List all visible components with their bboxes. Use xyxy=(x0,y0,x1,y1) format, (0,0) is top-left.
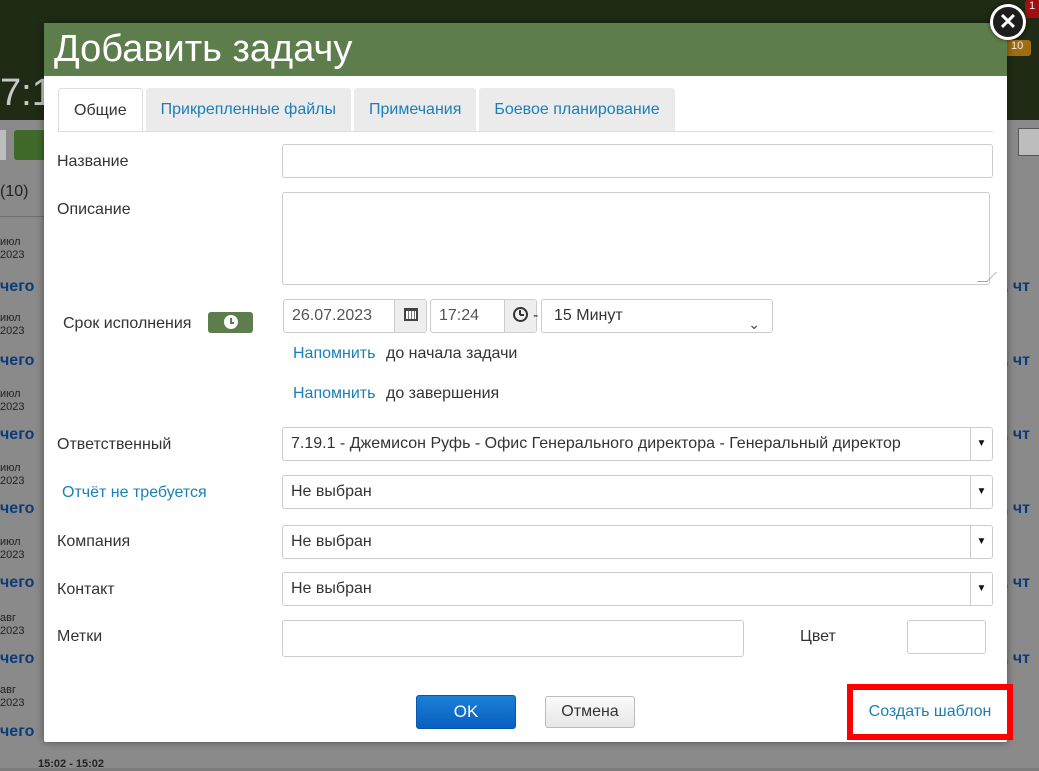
company-value: Не выбран xyxy=(291,533,372,550)
time-picker-button[interactable] xyxy=(504,300,536,332)
deadline-label: Срок исполнения xyxy=(63,315,192,332)
responsible-select[interactable]: 7.19.1 - Джемисон Руфь - Офис Генерально… xyxy=(282,427,993,461)
tab-notes[interactable]: Примечания xyxy=(354,88,477,132)
background-divider xyxy=(0,216,44,217)
background-row-right-link: , чт xyxy=(1004,500,1031,517)
dropdown-arrow-icon[interactable]: ▼ xyxy=(970,476,992,508)
description-textarea[interactable] xyxy=(282,192,997,285)
company-select[interactable]: Не выбран ▼ xyxy=(282,525,993,559)
background-row-link: чего xyxy=(0,352,35,369)
time-icon xyxy=(513,307,528,323)
remind-before-end-text: до завершения xyxy=(386,385,500,402)
responsible-value: 7.19.1 - Джемисон Руфь - Офис Генерально… xyxy=(291,435,901,452)
background-row-link: чего xyxy=(0,500,35,517)
background-row-date: июл 2023 xyxy=(0,236,25,261)
notification-badge-secondary: 10 xyxy=(1005,40,1031,56)
background-row-right-link: , чт xyxy=(1004,574,1031,591)
background-row-right-link: , чт xyxy=(1004,426,1031,443)
time-separator: - xyxy=(533,307,539,324)
close-icon: ✕ xyxy=(998,9,1018,34)
tab-attached-files[interactable]: Прикрепленные файлы xyxy=(145,88,351,132)
name-label: Название xyxy=(57,153,129,170)
remind-before-start-link[interactable]: Напомнить xyxy=(293,345,375,363)
dropdown-arrow-icon[interactable]: ▼ xyxy=(970,526,992,558)
background-row-date: июл 2023 xyxy=(0,462,25,487)
date-input[interactable]: 26.07.2023 xyxy=(283,299,427,333)
dropdown-arrow-icon[interactable]: ▼ xyxy=(970,428,992,460)
clock-icon xyxy=(223,315,238,330)
time-value: 17:24 xyxy=(439,307,480,324)
background-right-button xyxy=(1018,128,1039,156)
deadline-clock-button[interactable] xyxy=(208,312,253,333)
calendar-icon xyxy=(403,308,418,322)
background-row-link: чего xyxy=(0,278,35,295)
color-input[interactable] xyxy=(907,620,986,654)
tags-label: Метки xyxy=(57,628,103,645)
background-row-link: чего xyxy=(0,723,35,740)
background-row-date: июл 2023 xyxy=(0,312,25,337)
report-select[interactable]: Не выбран ▼ xyxy=(282,475,993,509)
report-value: Не выбран xyxy=(291,483,372,500)
tab-bar: Общие Прикрепленные файлы Примечания Бое… xyxy=(58,88,678,132)
dialog-title: Добавить задачу xyxy=(44,23,1007,76)
remind-before-start-text: до начала задачи xyxy=(386,345,518,362)
contact-select[interactable]: Не выбран ▼ xyxy=(282,572,993,606)
background-row-link: чего xyxy=(0,426,35,443)
contact-label: Контакт xyxy=(57,581,115,598)
name-input[interactable] xyxy=(282,144,993,178)
responsible-label: Ответственный xyxy=(57,436,172,453)
resize-grip-icon[interactable] xyxy=(977,272,997,282)
background-row-date: июл 2023 xyxy=(0,536,25,561)
description-label: Описание xyxy=(57,201,131,218)
calendar-button[interactable] xyxy=(394,300,426,332)
background-count: (10) xyxy=(0,183,29,200)
background-row-right-link: , чт xyxy=(1004,278,1031,295)
chevron-down-icon: ⌄ xyxy=(748,316,760,332)
background-row-date: авг 2023 xyxy=(0,684,25,709)
date-value: 26.07.2023 xyxy=(292,307,373,324)
tabs-divider xyxy=(58,131,993,132)
company-label: Компания xyxy=(57,533,131,550)
ok-button[interactable]: OK xyxy=(416,695,516,729)
create-template-button[interactable]: Создать шаблон xyxy=(847,684,1013,740)
dropdown-arrow-icon[interactable]: ▼ xyxy=(970,573,992,605)
background-add-button xyxy=(14,130,48,160)
tags-input[interactable] xyxy=(282,620,744,657)
close-button[interactable]: ✕ xyxy=(990,4,1026,40)
duration-select[interactable]: 15 Минут ⌄ xyxy=(541,299,773,333)
background-tile xyxy=(0,130,6,160)
add-task-dialog: Добавить задачу Общие Прикрепленные файл… xyxy=(44,23,1007,742)
background-footer-time: 15:02 - 15:02 xyxy=(38,758,105,770)
color-label: Цвет xyxy=(800,628,836,645)
background-row-link: чего xyxy=(0,650,35,667)
background-row-date: июл 2023 xyxy=(0,388,25,413)
notification-badge: 1 xyxy=(1025,0,1039,18)
background-row-right-link: , чт xyxy=(1004,352,1031,369)
tab-combat-planning[interactable]: Боевое планирование xyxy=(479,88,675,132)
background-row-right-link: , чт xyxy=(1004,650,1031,667)
report-not-required-link[interactable]: Отчёт не требуется xyxy=(62,484,207,502)
cancel-button[interactable]: Отмена xyxy=(545,696,635,728)
contact-value: Не выбран xyxy=(291,580,372,597)
tab-general[interactable]: Общие xyxy=(58,88,143,132)
background-row-date: авг 2023 xyxy=(0,612,25,637)
remind-before-end-link[interactable]: Напомнить xyxy=(293,385,375,403)
background-row-link: чего xyxy=(0,574,35,591)
time-input[interactable]: 17:24 xyxy=(430,299,537,333)
duration-value: 15 Минут xyxy=(554,307,623,324)
